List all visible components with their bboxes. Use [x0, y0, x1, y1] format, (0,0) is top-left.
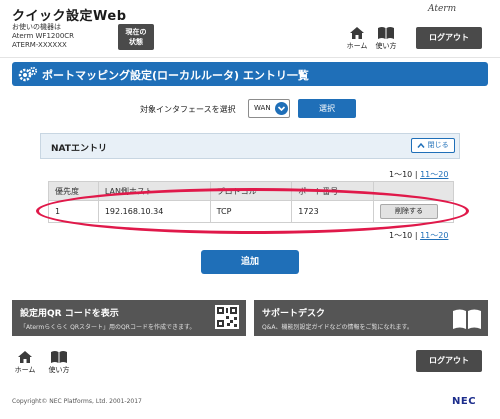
- nat-entry-section: NATエントリ 閉じる: [40, 133, 460, 159]
- select-button[interactable]: 選択: [298, 99, 356, 118]
- interface-value: WAN: [254, 104, 271, 112]
- qr-code-panel[interactable]: 設定用QR コードを表示 「Atermらくらく QRスタート」用のQRコードを作…: [12, 300, 246, 336]
- help-label: 使い方: [375, 42, 397, 50]
- logout-button[interactable]: ログアウト: [416, 27, 482, 49]
- col-lan-host: LAN側ホスト: [97, 181, 211, 201]
- logout-label: ログアウト: [429, 33, 469, 42]
- home-label: ホーム: [346, 42, 368, 50]
- col-port: ポート番号: [291, 181, 375, 201]
- footer-logout-label: ログアウト: [429, 356, 469, 365]
- home-icon: [350, 27, 364, 39]
- pager-current: 1〜10: [389, 170, 413, 179]
- device-label: お使いの機器は: [12, 23, 61, 31]
- delete-button[interactable]: 削除する: [380, 204, 439, 219]
- support-panel-title: サポートデスク: [262, 309, 326, 319]
- cell-lan-host: 192.168.10.34: [97, 200, 211, 223]
- cell-action: 削除する: [373, 200, 454, 223]
- footer-logout-button[interactable]: ログアウト: [416, 350, 482, 372]
- footer-help-label: 使い方: [48, 366, 70, 374]
- app-title: クイック設定Web: [12, 9, 127, 24]
- footer-home-label: ホーム: [14, 366, 36, 374]
- qr-code-icon: [215, 305, 239, 329]
- footer-home-nav[interactable]: ホーム: [12, 350, 38, 375]
- col-protocol: プロトコル: [209, 181, 293, 201]
- book-icon: [51, 351, 67, 363]
- pager-bottom: 1〜10 | 11〜20: [389, 230, 448, 241]
- chevron-up-icon: [417, 142, 425, 148]
- chevron-down-icon: [275, 102, 288, 115]
- pager-next-link[interactable]: 11〜20: [420, 231, 448, 240]
- pager-separator: |: [414, 170, 418, 179]
- col-priority: 優先度: [48, 181, 99, 201]
- gear-icon: [18, 66, 38, 82]
- cell-protocol: TCP: [209, 200, 293, 223]
- copyright: Copyright© NEC Platforms, Ltd. 2001-2017: [12, 398, 142, 405]
- nat-table: 優先度 LAN側ホスト プロトコル ポート番号 1 192.168.10.34 …: [48, 181, 454, 223]
- col-action: [373, 181, 454, 201]
- cell-port: 1723: [291, 200, 375, 223]
- nat-entry-title: NATエントリ: [51, 144, 107, 154]
- support-desk-panel[interactable]: サポートデスク Q&A、機能別設定ガイドなどの情報をご覧になれます。: [254, 300, 488, 336]
- page-title: ポートマッピング設定(ローカルルータ) エントリ一覧: [42, 69, 309, 82]
- current-status-button[interactable]: 現在の 状態: [118, 24, 154, 50]
- book-icon: [453, 309, 481, 329]
- help-nav[interactable]: 使い方: [373, 26, 399, 51]
- header: クイック設定Web お使いの機器は Aterm WF1200CR ATERM-X…: [0, 0, 500, 58]
- footer-nav: ホーム 使い方 ログアウト: [0, 344, 500, 378]
- pager-top: 1〜10 | 11〜20: [389, 169, 448, 180]
- home-icon: [18, 351, 32, 363]
- home-nav[interactable]: ホーム: [344, 26, 370, 51]
- device-model: Aterm WF1200CR: [12, 32, 75, 40]
- qr-panel-title: 設定用QR コードを表示: [20, 309, 119, 319]
- current-status-label: 現在の 状態: [125, 28, 147, 46]
- pager-next-link[interactable]: 11〜20: [420, 170, 448, 179]
- book-icon: [378, 27, 394, 39]
- table-row: 1 192.168.10.34 TCP 1723 削除する: [48, 200, 454, 223]
- interface-select[interactable]: WAN: [248, 99, 290, 118]
- support-panel-desc: Q&A、機能別設定ガイドなどの情報をご覧になれます。: [262, 324, 413, 331]
- qr-panel-desc: 「Atermらくらく QRスタート」用のQRコードを作成できます。: [20, 324, 196, 331]
- table-header-row: 優先度 LAN側ホスト プロトコル ポート番号: [48, 181, 454, 201]
- add-button[interactable]: 追加: [201, 250, 299, 274]
- page-title-bar: ポートマッピング設定(ローカルルータ) エントリ一覧: [12, 62, 488, 86]
- aterm-logo: Aterm: [428, 4, 457, 14]
- close-section-button[interactable]: 閉じる: [411, 138, 455, 153]
- pager-current: 1〜10: [389, 231, 413, 240]
- close-label: 閉じる: [427, 141, 449, 149]
- device-id: ATERM-XXXXXX: [12, 41, 67, 49]
- device-info: お使いの機器は Aterm WF1200CR ATERM-XXXXXX: [12, 23, 74, 50]
- interface-label: 対象インタフェースを選択: [140, 105, 236, 114]
- pager-separator: |: [414, 231, 418, 240]
- cell-priority: 1: [48, 200, 99, 223]
- nec-logo: NEC: [452, 396, 477, 407]
- footer-help-nav[interactable]: 使い方: [46, 350, 72, 375]
